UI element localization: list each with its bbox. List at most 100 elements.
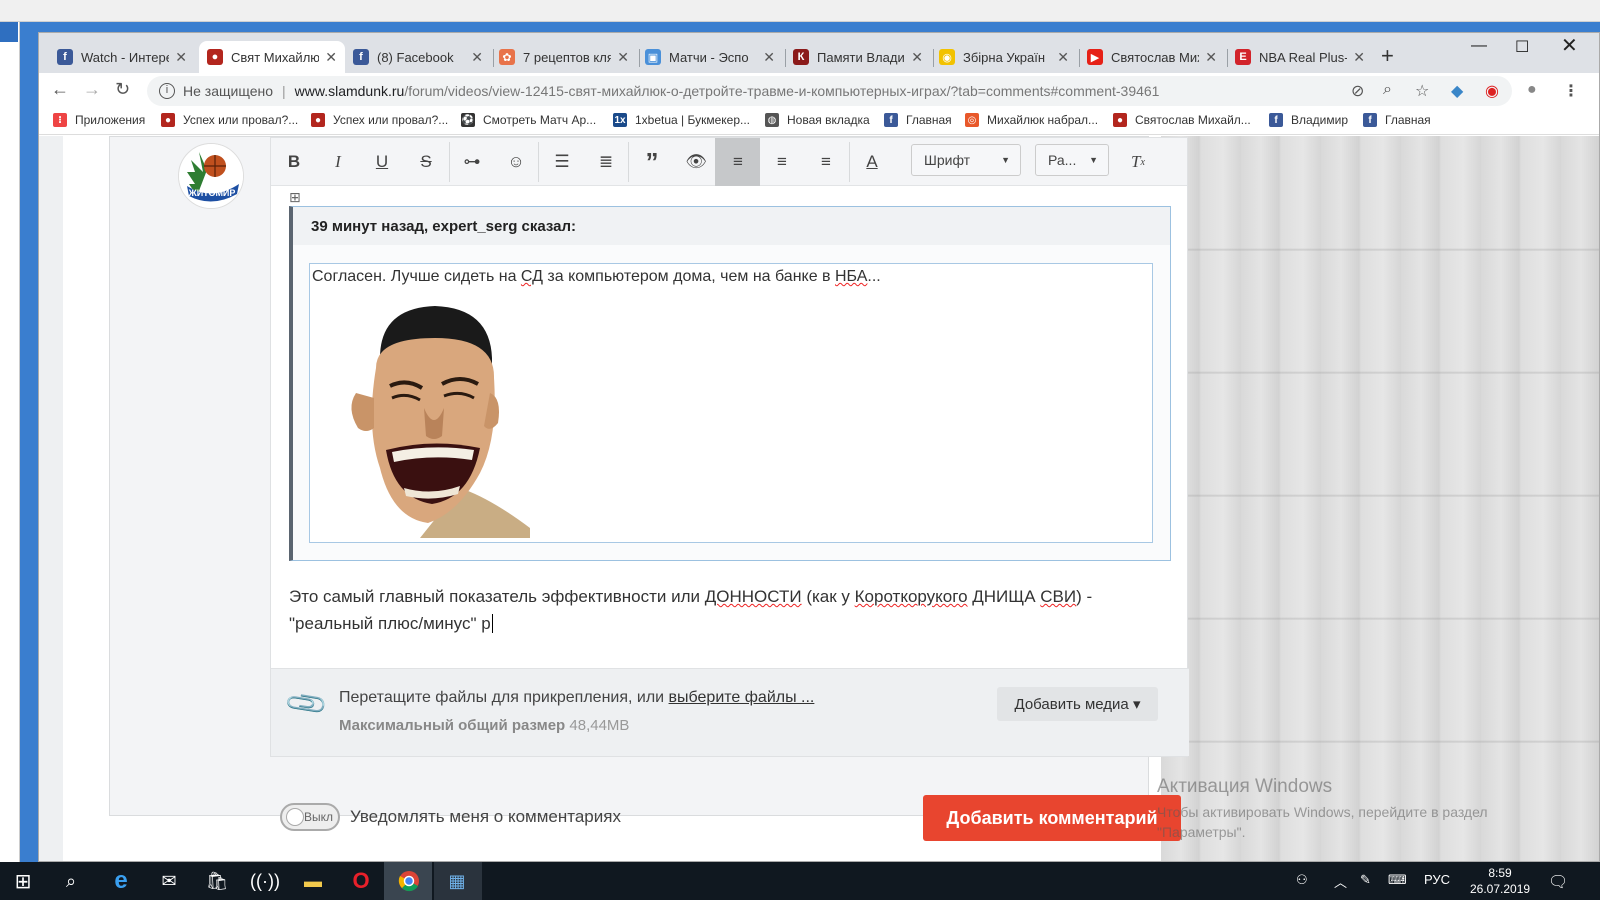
tab-label: NBA Real Plus-M — [1259, 49, 1347, 65]
address-bar[interactable]: i Не защищено | www.slamdunk.ru /forum/v… — [147, 76, 1512, 106]
align-right-icon[interactable]: ≡ — [811, 148, 841, 176]
bookmark-item[interactable]: ⁝ Приложения — [53, 113, 145, 127]
menu-dots-icon[interactable]: ⋮ — [1563, 81, 1579, 101]
reload-icon[interactable]: ↻ — [115, 79, 130, 100]
reply-text[interactable]: Это самый главный показатель эффективнос… — [289, 583, 1149, 637]
bookmark-favicon-icon: ◍ — [765, 113, 779, 127]
network-app-icon[interactable]: ((·)) — [250, 868, 280, 894]
font-family-select[interactable]: Шрифт ▼ — [911, 144, 1021, 176]
language-indicator[interactable]: РУС — [1424, 872, 1450, 887]
bookmark-favicon-icon: f — [884, 113, 898, 127]
bookmark-item[interactable]: ◎ Михайлюк набрал... — [965, 113, 1098, 127]
tab-close-icon[interactable]: ✕ — [911, 49, 923, 66]
browser-tab[interactable]: К Памяти Владим ✕ — [785, 41, 931, 73]
edge-icon[interactable]: e — [108, 867, 134, 894]
people-icon[interactable]: ⚇ — [1296, 872, 1308, 888]
chrome-icon[interactable] — [396, 868, 422, 894]
opera-icon[interactable]: O — [348, 868, 374, 894]
tab-label: Watch - Интере — [81, 49, 170, 65]
align-center-icon[interactable]: ≡ — [767, 148, 797, 176]
clock[interactable]: 8:59 26.07.2019 — [1470, 865, 1530, 897]
emoji-icon[interactable]: ☺ — [501, 148, 531, 176]
camera-blocked-icon[interactable]: ⊘ — [1351, 81, 1364, 101]
browser-tab[interactable]: f (8) Facebook ✕ — [345, 41, 491, 73]
forward-arrow-icon[interactable]: → — [83, 79, 101, 100]
notifications-icon[interactable]: 🗨 — [1548, 872, 1568, 892]
rich-text-editor[interactable]: B I U S ⊶ ☺ ☰ ≣ ” 👁 ≡ ≡ ≡ A Шрифт ▼ Ра..… — [270, 137, 1189, 757]
new-tab-button[interactable]: + — [1381, 43, 1394, 69]
search-icon[interactable]: ⌕ — [58, 868, 84, 894]
close-window-button[interactable]: ✕ — [1561, 33, 1578, 58]
add-comment-button[interactable]: Добавить комментарий — [923, 795, 1181, 841]
pen-icon[interactable]: ✎ — [1360, 872, 1371, 888]
bookmark-item[interactable]: f Главная — [884, 113, 952, 127]
browser-tab[interactable]: ▣ Матчи - Эспо ✕ — [637, 41, 783, 73]
attach-instructions: Перетащите файлы для прикрепления, или в… — [339, 689, 814, 707]
extension-adblock-icon[interactable]: ◆ — [1451, 81, 1463, 101]
quote-content[interactable]: Согласен. Лучше сидеть на СД за компьюте… — [309, 263, 1153, 543]
tab-close-icon[interactable]: ✕ — [471, 49, 483, 66]
bulleted-list-icon[interactable]: ☰ — [547, 148, 577, 176]
maximize-button[interactable]: ☐ — [1515, 37, 1529, 57]
back-arrow-icon[interactable]: ← — [51, 79, 69, 100]
toolbar-divider — [849, 142, 850, 182]
browser-tab[interactable]: f Watch - Интере ✕ — [49, 41, 195, 73]
browser-tab[interactable]: ◉ Збірна Україн ✕ — [931, 41, 1077, 73]
chevron-up-icon[interactable]: ︿ — [1334, 872, 1347, 891]
tab-close-icon[interactable]: ✕ — [763, 49, 775, 66]
strikethrough-icon[interactable]: S — [411, 148, 441, 176]
bookmark-item[interactable]: ⚽ Смотреть Матч Ар... — [461, 113, 596, 127]
quote-block[interactable]: 39 минут назад, expert_serg сказал: Согл… — [289, 206, 1171, 561]
extension-opera-icon[interactable]: ◉ — [1485, 81, 1499, 101]
file-explorer-icon[interactable]: ▬ — [300, 868, 326, 894]
underline-icon[interactable]: U — [367, 148, 397, 176]
italic-icon[interactable]: I — [323, 148, 353, 176]
notify-toggle[interactable]: Выкл — [280, 803, 340, 831]
browser-tab[interactable]: ▶ Святослав Мих ✕ — [1079, 41, 1225, 73]
bookmark-item[interactable]: 1x 1xbetua | Букмекер... — [613, 113, 750, 127]
browser-tab[interactable]: ✿ 7 рецептов кля ✕ — [491, 41, 637, 73]
bookmark-item[interactable]: ● Успех или провал?... — [161, 113, 298, 127]
tab-close-icon[interactable]: ✕ — [1353, 49, 1365, 66]
paint-app-icon[interactable]: ▦ — [444, 868, 470, 894]
mail-icon[interactable]: ✉ — [156, 868, 182, 894]
bookmark-favicon-icon: ● — [311, 113, 325, 127]
tab-close-icon[interactable]: ✕ — [325, 49, 337, 66]
clear-format-icon[interactable]: Tx — [1123, 148, 1153, 176]
spoiler-eye-icon[interactable]: 👁 — [681, 148, 711, 176]
add-media-button[interactable]: Добавить медиа ▾ — [997, 687, 1158, 721]
move-handle-icon[interactable]: ⊞ — [289, 189, 301, 206]
bookmark-item[interactable]: ● Святослав Михайл... — [1113, 113, 1251, 127]
info-icon[interactable]: i — [159, 83, 175, 99]
profile-avatar-icon[interactable]: ● — [1527, 81, 1537, 99]
keyboard-icon[interactable]: ⌨ — [1388, 872, 1407, 888]
tab-close-icon[interactable]: ✕ — [175, 49, 187, 66]
store-icon[interactable]: 🛍 — [204, 868, 230, 894]
bookmark-item[interactable]: f Главная — [1363, 113, 1431, 127]
quote-icon[interactable]: ” — [637, 147, 667, 177]
browser-tab[interactable]: ● Свят Михайлюк ✕ — [199, 41, 345, 73]
font-size-value: Ра... — [1048, 152, 1077, 168]
bold-icon[interactable]: B — [279, 148, 309, 176]
numbered-list-icon[interactable]: ≣ — [591, 148, 621, 176]
tab-close-icon[interactable]: ✕ — [1057, 49, 1069, 66]
windows-start-icon[interactable]: ⊞ — [10, 868, 36, 894]
align-left-icon[interactable]: ≡ — [723, 148, 753, 176]
bookmark-star-icon[interactable]: ☆ — [1415, 81, 1429, 101]
text-color-icon[interactable]: A — [857, 148, 887, 176]
tab-close-icon[interactable]: ✕ — [1205, 49, 1217, 66]
font-size-select[interactable]: Ра... ▼ — [1035, 144, 1109, 176]
activation-line: Чтобы активировать Windows, перейдите в … — [1157, 804, 1488, 820]
attachment-area[interactable]: 📎 Перетащите файлы для прикрепления, или… — [271, 668, 1189, 756]
bookmark-item[interactable]: ◍ Новая вкладка — [765, 113, 870, 127]
toggle-knob — [286, 808, 304, 826]
tab-close-icon[interactable]: ✕ — [617, 49, 629, 66]
minimize-button[interactable]: — — [1471, 37, 1487, 55]
bookmark-item[interactable]: f Владимир — [1269, 113, 1348, 127]
link-icon[interactable]: ⊶ — [457, 148, 487, 176]
choose-files-link[interactable]: выберите файлы ... — [669, 689, 815, 706]
quote-text-part: за компьютером дома, чем на банке в — [542, 268, 835, 285]
bookmark-item[interactable]: ● Успех или провал?... — [311, 113, 448, 127]
zoom-icon[interactable]: ⌕ — [1383, 81, 1392, 99]
browser-tab[interactable]: E NBA Real Plus-M ✕ — [1227, 41, 1373, 73]
